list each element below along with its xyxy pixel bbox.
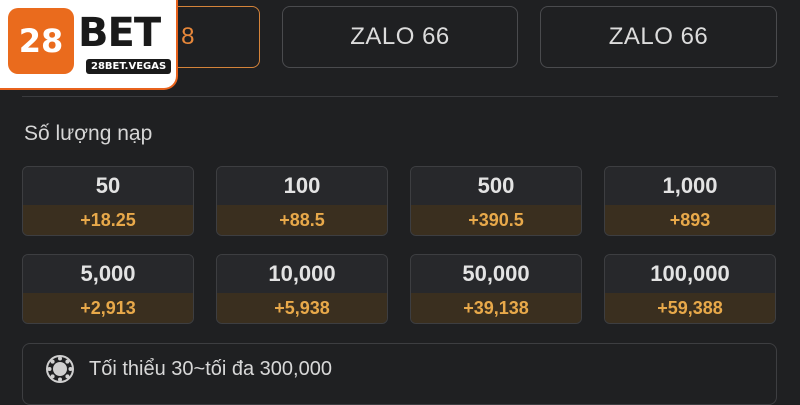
bonus-value: +893 xyxy=(605,205,775,235)
bonus-value: +5,938 xyxy=(217,293,387,323)
tab-label: ZALO 66 xyxy=(350,23,450,50)
amount-value: 50,000 xyxy=(411,255,581,293)
amount-option[interactable]: 1,000 +893 xyxy=(604,166,776,236)
amount-option[interactable]: 50,000 +39,138 xyxy=(410,254,582,324)
amount-value: 10,000 xyxy=(217,255,387,293)
chip-icon xyxy=(46,355,74,383)
amount-value: 100,000 xyxy=(605,255,775,293)
amount-option[interactable]: 100 +88.5 xyxy=(216,166,388,236)
tab-zalo-66-b[interactable]: ZALO 66 xyxy=(540,6,777,68)
amount-value: 5,000 xyxy=(23,255,193,293)
amount-option[interactable]: 5,000 +2,913 xyxy=(22,254,194,324)
bonus-value: +2,913 xyxy=(23,293,193,323)
amount-option[interactable]: 50 +18.25 xyxy=(22,166,194,236)
divider xyxy=(22,96,778,97)
bonus-value: +59,388 xyxy=(605,293,775,323)
logo-badge: 28 xyxy=(8,8,74,74)
bonus-value: +390.5 xyxy=(411,205,581,235)
tab-label: 8 xyxy=(181,23,195,50)
section-title: Số lượng nạp xyxy=(24,122,153,145)
logo-domain: 28BET.VEGAS xyxy=(86,59,172,74)
amount-value: 100 xyxy=(217,167,387,205)
amount-option[interactable]: 100,000 +59,388 xyxy=(604,254,776,324)
amount-value: 50 xyxy=(23,167,193,205)
amount-option[interactable]: 10,000 +5,938 xyxy=(216,254,388,324)
bonus-value: +88.5 xyxy=(217,205,387,235)
logo-wordmark: BET xyxy=(78,10,161,56)
deposit-limit-text: Tối thiểu 30~tối đa 300,000 xyxy=(89,357,332,380)
tab-zalo-66-a[interactable]: ZALO 66 xyxy=(282,6,518,68)
bonus-value: +39,138 xyxy=(411,293,581,323)
tab-label: ZALO 66 xyxy=(608,23,709,50)
brand-logo: 28 BET 28BET.VEGAS xyxy=(0,0,178,90)
amount-value: 500 xyxy=(411,167,581,205)
amount-value: 1,000 xyxy=(605,167,775,205)
bonus-value: +18.25 xyxy=(23,205,193,235)
deposit-limit-info: Tối thiểu 30~tối đa 300,000 xyxy=(22,343,777,405)
amount-option[interactable]: 500 +390.5 xyxy=(410,166,582,236)
